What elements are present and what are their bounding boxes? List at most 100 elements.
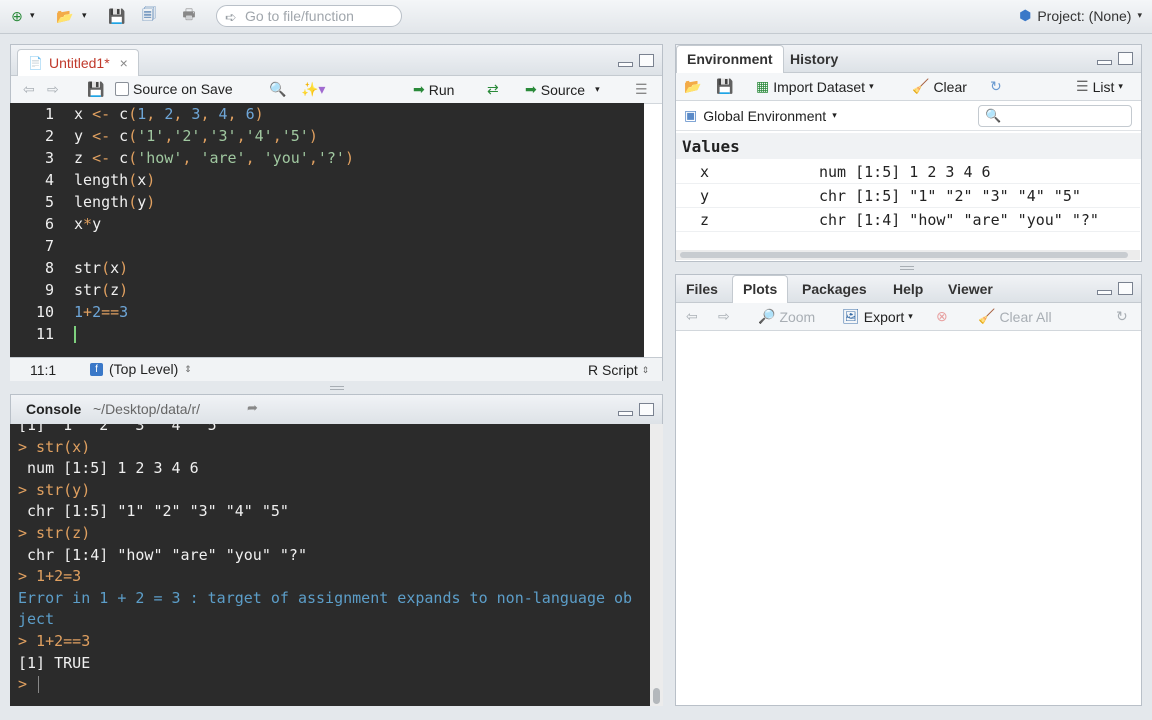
open-recent-dropdown-icon[interactable]: ▾ xyxy=(82,10,87,21)
code-tools-icon[interactable]: ✨▾ xyxy=(301,81,325,98)
source-on-save-checkbox[interactable]: Source on Save xyxy=(115,81,233,97)
environment-row[interactable]: x num [1:5] 1 2 3 4 6 xyxy=(676,160,1140,184)
line-number: 9 xyxy=(44,281,54,299)
outline-icon[interactable]: ☰ xyxy=(635,81,648,98)
code-line[interactable]: 1 x <- c(1, 2, 3, 4, 6) xyxy=(10,103,644,125)
prev-plot-icon[interactable]: ⇦ xyxy=(686,308,698,325)
code-text: str(z) xyxy=(74,281,129,299)
project-label: Project: (None) xyxy=(1037,7,1132,24)
environment-row[interactable]: z chr [1:4] "how" "are" "you" "?" xyxy=(676,208,1140,232)
find-icon[interactable]: 🔍 xyxy=(269,81,286,98)
project-icon: ⬢ xyxy=(1019,7,1032,23)
console-header: Console ~/Desktop/data/r/ ➦ xyxy=(11,395,662,425)
right-splitter[interactable] xyxy=(900,266,914,270)
code-line[interactable]: 9 str(z) xyxy=(10,279,644,301)
plots-refresh-icon[interactable]: ↻ xyxy=(1116,308,1128,325)
line-number: 10 xyxy=(35,303,54,321)
environment-hscrollbar[interactable] xyxy=(676,250,1140,260)
console-cursor xyxy=(38,676,39,694)
tab-viewer[interactable]: Viewer xyxy=(938,276,1003,302)
console-scroll-thumb[interactable] xyxy=(653,688,660,704)
new-file-icon[interactable]: ⊕ xyxy=(6,7,28,25)
code-line[interactable]: 7 xyxy=(10,235,644,257)
tab-history[interactable]: History xyxy=(780,46,848,72)
save-workspace-icon[interactable]: 💾 xyxy=(716,78,733,95)
maximize-icon[interactable] xyxy=(639,54,654,67)
console-output[interactable]: [1] "1" "2" "3" "4" "5" > str(x) num [1:5… xyxy=(10,424,650,706)
env-search-icon: 🔍 xyxy=(985,108,1002,123)
save-all-icon[interactable]: 🗐 xyxy=(138,6,160,25)
environment-search-input[interactable]: 🔍 xyxy=(978,105,1132,127)
vertical-splitter[interactable] xyxy=(330,386,344,390)
env-maximize-icon[interactable] xyxy=(1118,52,1133,65)
tab-packages[interactable]: Packages xyxy=(792,276,877,302)
clear-all-button[interactable]: 🧹 Clear All xyxy=(978,308,1052,325)
view-mode-button[interactable]: ☰ List ▾ xyxy=(1076,78,1123,95)
tab-environment[interactable]: Environment xyxy=(676,45,784,73)
environment-row[interactable]: y chr [1:5] "1" "2" "3" "4" "5" xyxy=(676,184,1140,208)
console-line: > 1+2==3 xyxy=(18,632,91,650)
tab-untitled1[interactable]: 📄 Untitled1* × xyxy=(17,49,139,76)
files-minimize-icon[interactable] xyxy=(1097,290,1112,295)
scope-dropdown[interactable]: ▣ Global Environment ▾ xyxy=(684,107,837,124)
file-type-updown-icon: ⇕ xyxy=(641,364,650,375)
refresh-icon[interactable]: ↻ xyxy=(990,78,1002,95)
code-line[interactable]: 6 x*y xyxy=(10,213,644,235)
run-button[interactable]: ➡ Run xyxy=(413,81,454,98)
next-plot-icon[interactable]: ⇨ xyxy=(718,308,730,325)
code-line[interactable]: 4 length(x) xyxy=(10,169,644,191)
clear-workspace-button[interactable]: 🧹 Clear xyxy=(912,78,967,95)
forward-icon[interactable]: ⇨ xyxy=(47,81,59,98)
code-line[interactable]: 2 y <- c('1','2','3','4','5') xyxy=(10,125,644,147)
code-text: length(y) xyxy=(74,193,156,211)
console-minimize-icon[interactable] xyxy=(618,411,633,416)
code-text: 1+2==3 xyxy=(74,303,129,321)
line-number: 7 xyxy=(44,237,54,255)
code-line[interactable]: 3 z <- c('how', 'are', 'you','?') xyxy=(10,147,644,169)
new-file-dropdown-icon[interactable]: ▾ xyxy=(30,10,35,21)
scope-dropdown-icon: ▾ xyxy=(832,110,837,120)
import-dataset-button[interactable]: ▦ Import Dataset ▾ xyxy=(756,78,874,95)
env-scroll-thumb[interactable] xyxy=(680,252,1128,258)
scope-label: (Top Level) xyxy=(109,361,179,377)
console-line: Error in 1 + 2 = 3 : target of assignmen… xyxy=(18,588,633,607)
code-line[interactable]: 5 length(y) xyxy=(10,191,644,213)
file-type-selector[interactable]: R Script ⇕ xyxy=(588,362,649,378)
export-button[interactable]: 🖼 Export ▾ xyxy=(842,308,913,325)
tab-plots[interactable]: Plots xyxy=(732,275,789,303)
code-line[interactable]: 11 xyxy=(10,323,644,345)
editor-save-icon[interactable]: 💾 xyxy=(87,81,104,98)
source-button[interactable]: ➡ Source ▾ xyxy=(525,81,600,98)
line-number: 4 xyxy=(44,171,54,189)
go-to-directory-icon[interactable]: ➦ xyxy=(247,400,258,416)
zoom-button[interactable]: 🔎 Zoom xyxy=(758,308,815,325)
minimize-icon[interactable] xyxy=(618,62,633,67)
tab-help[interactable]: Help xyxy=(883,276,933,302)
scope-selector[interactable]: f (Top Level) ⇕ xyxy=(90,361,192,377)
code-line[interactable]: 8 str(x) xyxy=(10,257,644,279)
code-line[interactable]: 10 1+2==3 xyxy=(10,301,644,323)
console-scrollbar[interactable] xyxy=(650,424,663,706)
checkbox-box[interactable] xyxy=(115,82,129,96)
close-tab-icon[interactable]: × xyxy=(120,50,128,76)
view-mode-label: List xyxy=(1092,78,1115,95)
files-maximize-icon[interactable] xyxy=(1118,282,1133,295)
tab-files[interactable]: Files xyxy=(676,276,728,302)
env-minimize-icon[interactable] xyxy=(1097,60,1112,65)
code-editor[interactable]: 1 x <- c(1, 2, 3, 4, 6) 2 y <- c('1','2','3… xyxy=(10,103,644,357)
print-icon[interactable]: 🖶 xyxy=(178,6,200,25)
console-maximize-icon[interactable] xyxy=(639,403,654,416)
rerun-icon[interactable]: ⇄ xyxy=(487,81,499,98)
back-icon[interactable]: ⇦ xyxy=(23,81,35,98)
editor-window-controls xyxy=(618,54,654,67)
load-workspace-icon[interactable]: 📂 xyxy=(684,78,701,95)
console-line: ject xyxy=(18,610,55,629)
project-menu[interactable]: ⬢ Project: (None) ▾ xyxy=(1019,7,1142,24)
source-label: Source xyxy=(540,81,586,98)
open-file-icon[interactable]: 📂 xyxy=(54,7,76,25)
goto-file-input[interactable]: ➪ Go to file/function xyxy=(216,5,402,27)
remove-plot-icon[interactable]: ⊗ xyxy=(936,308,948,325)
save-icon[interactable]: 💾 xyxy=(106,7,128,25)
code-text: x <- c(1, 2, 3, 4, 6) xyxy=(74,105,264,123)
console-line: chr [1:4] "how" "are" "you" "?" xyxy=(18,545,307,564)
